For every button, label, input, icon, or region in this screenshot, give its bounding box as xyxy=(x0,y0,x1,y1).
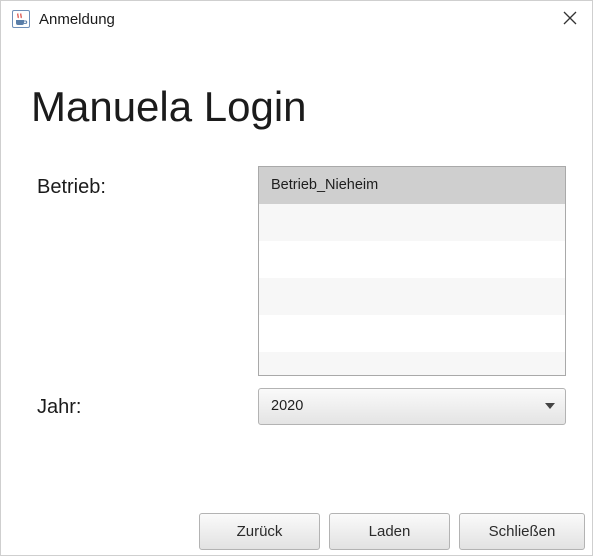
page-title: Manuela Login xyxy=(31,83,307,130)
login-dialog: Anmeldung Manuela Login Betrieb: Betrieb… xyxy=(0,0,593,556)
close-button[interactable] xyxy=(557,7,583,33)
list-item-empty xyxy=(259,241,565,278)
list-item-empty xyxy=(259,352,565,375)
load-button[interactable]: Laden xyxy=(329,513,450,550)
close-dialog-button[interactable]: Schließen xyxy=(459,513,585,550)
list-item-empty xyxy=(259,278,565,315)
betrieb-list[interactable]: Betrieb_Nieheim xyxy=(258,166,566,376)
close-icon xyxy=(563,11,577,30)
back-button[interactable]: Zurück xyxy=(199,513,320,550)
java-coffee-cup-icon xyxy=(12,10,30,28)
jahr-select[interactable]: 2020 xyxy=(258,388,566,425)
jahr-select-value: 2020 xyxy=(271,398,304,414)
title-bar[interactable]: Anmeldung xyxy=(1,1,592,41)
list-item-empty xyxy=(259,315,565,352)
chevron-down-icon[interactable] xyxy=(545,403,555,409)
window-title: Anmeldung xyxy=(39,11,115,28)
list-item-empty xyxy=(259,204,565,241)
betrieb-label: Betrieb: xyxy=(37,176,106,198)
list-item[interactable]: Betrieb_Nieheim xyxy=(259,167,565,204)
jahr-label: Jahr: xyxy=(37,396,82,418)
